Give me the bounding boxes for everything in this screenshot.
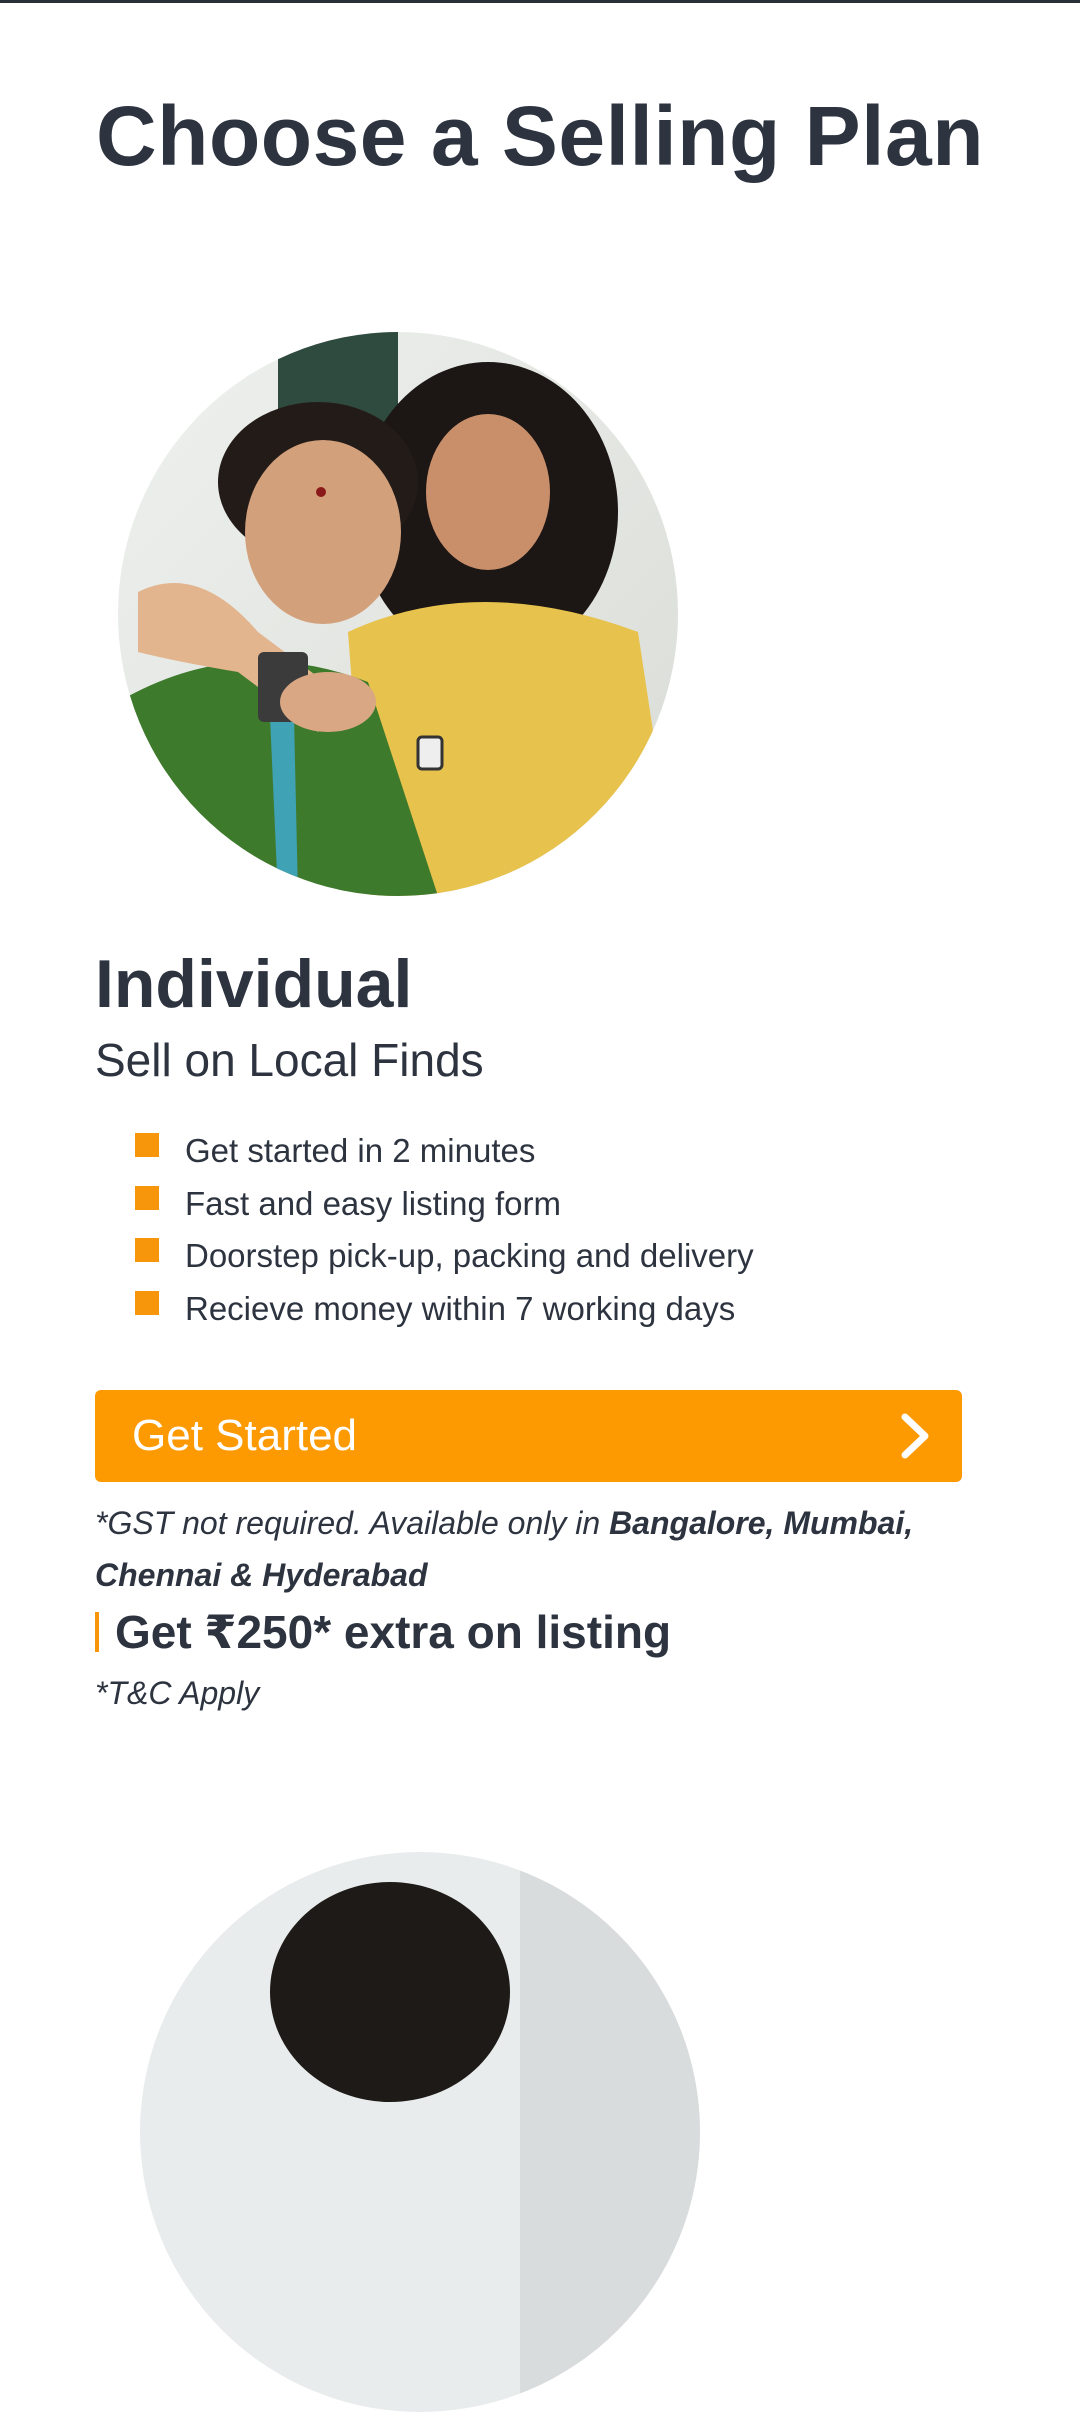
promo-accent-bar [95,1612,99,1652]
gst-note-text: *GST not required. Available only in [95,1505,610,1541]
feature-text: Get started in 2 minutes [185,1132,536,1170]
feature-item: Get started in 2 minutes [135,1125,754,1178]
feature-item: Fast and easy listing form [135,1178,754,1231]
bullet-square-icon [135,1185,159,1210]
page-title: Choose a Selling Plan [95,89,985,183]
bullet-square-icon [135,1133,159,1158]
feature-item: Doorstep pick-up, packing and delivery [135,1230,754,1283]
bullet-square-icon [135,1238,159,1263]
feature-item: Recieve money within 7 working days [135,1283,754,1336]
bullet-square-icon [135,1290,159,1315]
plan-subtitle: Sell on Local Finds [95,1034,484,1086]
feature-list: Get started in 2 minutes Fast and easy l… [135,1125,754,1335]
feature-text: Fast and easy listing form [185,1184,561,1222]
get-started-button[interactable]: Get Started [95,1390,962,1482]
individual-plan-photo [118,332,678,896]
plan-title: Individual [95,946,413,1022]
chevron-right-icon [898,1412,932,1460]
top-divider [0,0,1080,3]
feature-text: Recieve money within 7 working days [185,1289,736,1327]
gst-note: *GST not required. Available only in Ban… [95,1497,995,1601]
promo-text: Get ₹250* extra on listing [115,1606,672,1658]
promo-offer: Get ₹250* extra on listing [95,1605,671,1659]
get-started-label: Get Started [132,1411,358,1460]
feature-text: Doorstep pick-up, packing and delivery [185,1237,754,1275]
business-plan-photo [140,1852,700,2412]
terms-note: *T&C Apply [95,1675,260,1711]
